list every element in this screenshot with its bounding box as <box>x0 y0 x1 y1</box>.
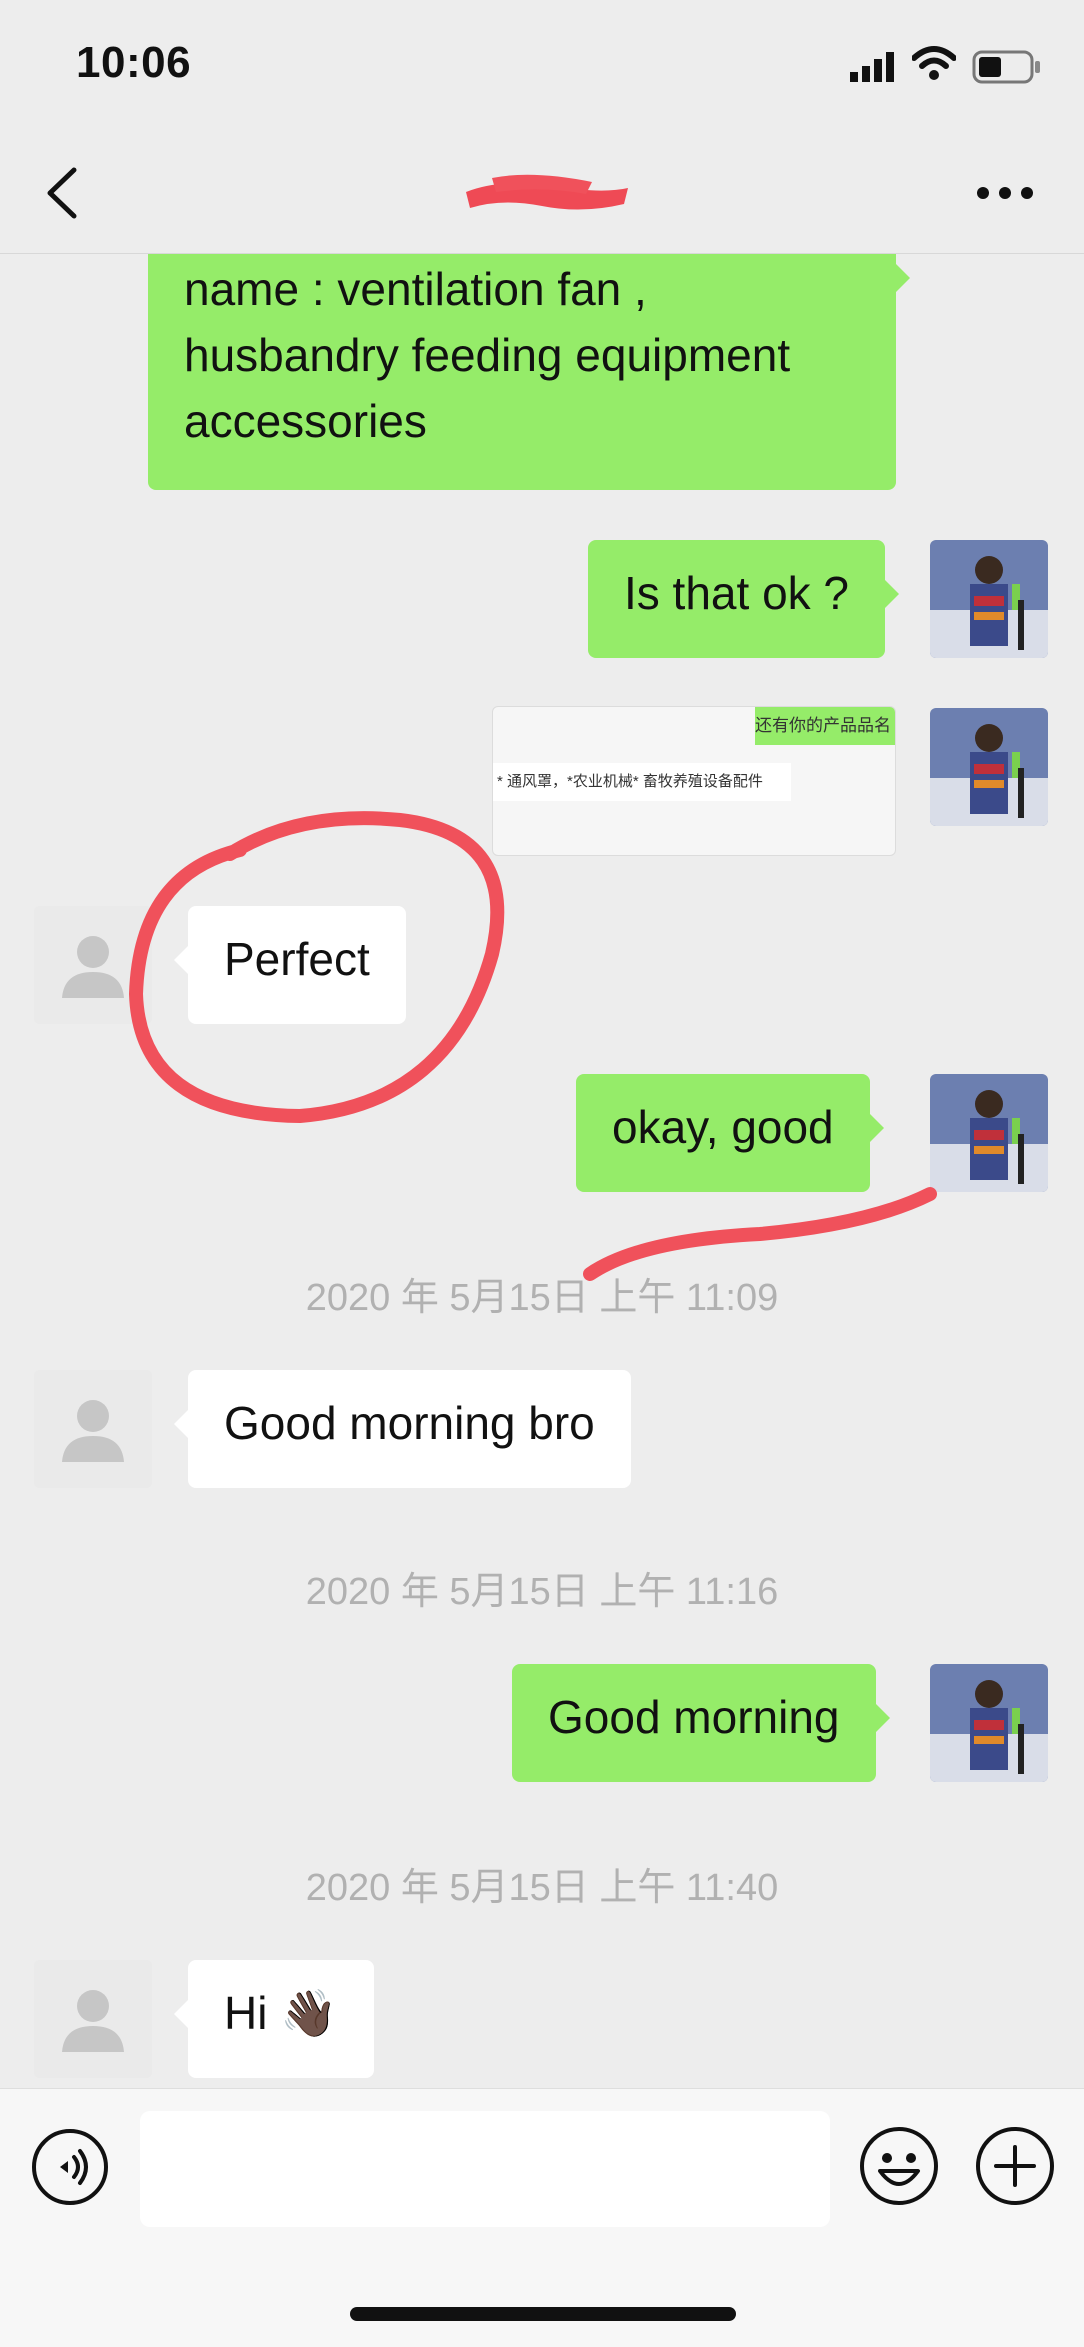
home-indicator <box>350 2307 736 2321</box>
message-bubble-outgoing[interactable]: Is that ok ? <box>588 540 900 658</box>
message-line: accessories <box>184 395 427 447</box>
message-text: Hi 👋🏿 <box>224 1987 338 2039</box>
avatar-contact[interactable] <box>34 1960 152 2078</box>
emoji-icon[interactable] <box>858 2125 940 2207</box>
user-photo <box>930 540 1048 658</box>
image-message[interactable]: 还有你的产品品名 * 通风罩，*农业机械* 畜牧养殖设备配件 <box>492 706 896 856</box>
timestamp: 2020 年 5月15日 上午 11:40 <box>305 1867 779 1909</box>
wifi-icon <box>912 46 956 80</box>
avatar-self[interactable] <box>930 708 1048 826</box>
image-message-highlight: 还有你的产品品名 <box>755 707 895 745</box>
default-avatar-icon <box>34 1960 152 2078</box>
message-bubble-outgoing[interactable]: Good morning <box>512 1664 889 1782</box>
input-bar <box>0 2088 1084 2347</box>
message-text: Perfect <box>224 933 370 985</box>
timestamp: 2020 年 5月15日 上午 11:09 <box>305 1277 779 1319</box>
chat-message-list[interactable]: name : ventilation fan , husbandry feedi… <box>0 254 1084 2088</box>
battery-icon <box>972 50 1040 84</box>
nav-bar <box>0 130 1084 254</box>
timestamp: 2020 年 5月15日 上午 11:16 <box>305 1571 779 1613</box>
message-input[interactable] <box>140 2111 830 2227</box>
message-line: name : ventilation fan , <box>184 263 647 315</box>
annotation-overlay <box>128 811 937 1281</box>
status-time: 10:06 <box>76 38 192 87</box>
user-photo <box>930 1664 1048 1782</box>
status-bar: 10:06 <box>0 0 1084 130</box>
cellular-signal-icon <box>850 52 894 82</box>
message-text: Good morning <box>548 1691 840 1743</box>
avatar-contact[interactable] <box>34 906 152 1024</box>
voice-icon[interactable] <box>30 2127 110 2207</box>
message-bubble-incoming[interactable]: Perfect <box>174 906 406 1024</box>
message-text: Is that ok ? <box>624 567 850 619</box>
default-avatar-icon <box>34 1370 152 1488</box>
message-text: okay, good <box>612 1101 834 1153</box>
user-photo <box>930 708 1048 826</box>
more-icon[interactable] <box>976 186 1034 200</box>
message-bubble-incoming[interactable]: Hi 👋🏿 <box>174 1960 374 2078</box>
user-photo <box>930 1074 1048 1192</box>
message-bubble-outgoing[interactable]: name : ventilation fan , husbandry feedi… <box>148 254 910 490</box>
chevron-left-icon[interactable] <box>44 166 80 220</box>
image-message-text: * 通风罩，*农业机械* 畜牧养殖设备配件 <box>493 763 791 801</box>
avatar-self[interactable] <box>930 1664 1048 1782</box>
message-bubble-outgoing[interactable]: okay, good <box>576 1074 884 1192</box>
default-avatar-icon <box>34 906 152 1024</box>
redaction-mark <box>466 174 628 210</box>
avatar-self[interactable] <box>930 540 1048 658</box>
message-text: Good morning bro <box>224 1397 595 1449</box>
annotation-line <box>583 1187 937 1281</box>
avatar-contact[interactable] <box>34 1370 152 1488</box>
message-line: husbandry feeding equipment <box>184 329 791 381</box>
chat-title <box>462 170 632 220</box>
plus-icon[interactable] <box>974 2125 1056 2207</box>
message-bubble-incoming[interactable]: Good morning bro <box>174 1370 631 1488</box>
avatar-self[interactable] <box>930 1074 1048 1192</box>
